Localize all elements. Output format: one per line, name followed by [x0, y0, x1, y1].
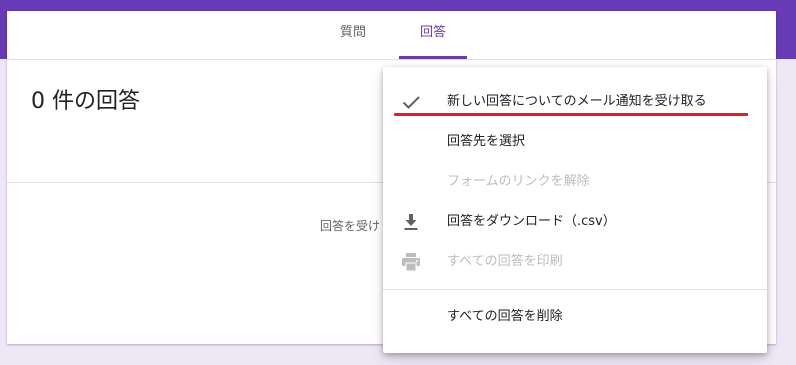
red-underline-annotation — [394, 113, 748, 116]
menu-item-label: すべての回答を削除 — [447, 309, 563, 324]
menu-item-label: 回答をダウンロード（.csv） — [447, 214, 616, 229]
tab-questions[interactable]: 質問 — [333, 11, 373, 56]
check-icon — [399, 90, 423, 114]
menu-item-label: すべての回答を印刷 — [447, 254, 563, 269]
menu-item-label: 回答先を選択 — [447, 134, 526, 149]
menu-item-delete-all[interactable]: すべての回答を削除 — [383, 297, 767, 337]
responses-menu: 新しい回答についてのメール通知を受け取る 回答先を選択 フォームのリンクを解除 … — [383, 67, 767, 353]
menu-item-download-csv[interactable]: 回答をダウンロード（.csv） — [383, 202, 767, 242]
tab-responses[interactable]: 回答 — [399, 11, 467, 59]
menu-item-label: フォームのリンクを解除 — [447, 174, 590, 189]
download-icon — [399, 210, 423, 234]
menu-item-select-destination[interactable]: 回答先を選択 — [383, 122, 767, 162]
menu-item-unlink-form: フォームのリンクを解除 — [383, 162, 767, 202]
print-icon — [399, 250, 423, 274]
menu-item-email-notifications[interactable]: 新しい回答についてのメール通知を受け取る — [383, 82, 767, 122]
response-count-title: 0 件の回答 — [31, 89, 140, 114]
menu-divider — [383, 289, 767, 290]
menu-item-label: 新しい回答についてのメール通知を受け取る — [447, 94, 707, 109]
tab-bar: 質問 回答 — [7, 11, 776, 60]
menu-item-print-all: すべての回答を印刷 — [383, 242, 767, 282]
accepting-responses-label: 回答を受け — [320, 219, 381, 233]
